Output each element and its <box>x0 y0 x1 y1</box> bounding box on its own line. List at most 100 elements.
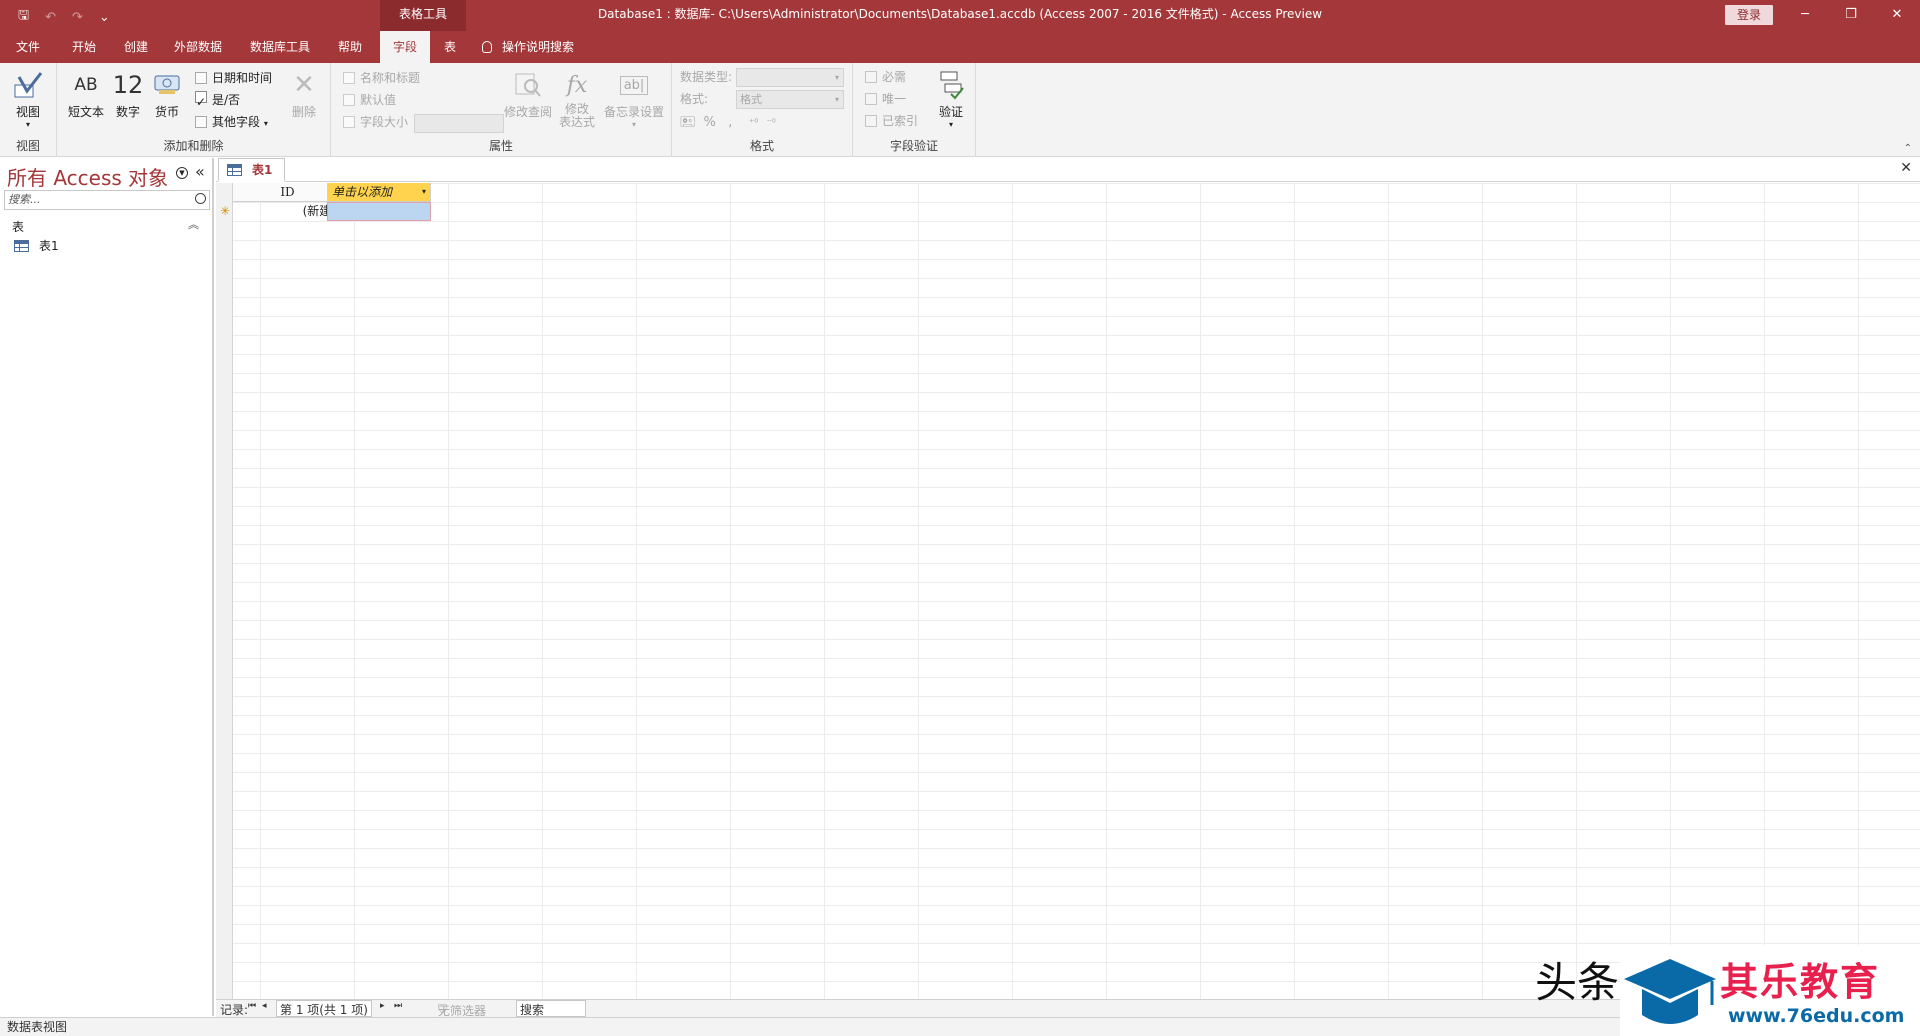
tab-fields[interactable]: 字段 <box>380 31 430 63</box>
undo-icon[interactable]: ↶ <box>45 10 56 25</box>
tab-help[interactable]: 帮助 <box>330 31 370 63</box>
tab-external-data[interactable]: 外部数据 <box>166 31 230 63</box>
short-text-label: 短文本 <box>67 105 104 119</box>
group-add-delete-label: 添加和删除 <box>163 139 224 153</box>
default-value-button[interactable]: 默认值 <box>343 90 396 110</box>
nav-section-tables[interactable]: 表 <box>12 218 24 235</box>
percent-button[interactable]: % <box>704 115 716 130</box>
close-button[interactable]: ✕ <box>1874 0 1920 31</box>
nav-search-placeholder: 搜索... <box>8 193 41 206</box>
currency-icon <box>154 75 180 94</box>
chevron-down-icon: ▾ <box>263 119 268 128</box>
modify-lookups-label: 修改查阅 <box>503 105 552 119</box>
restore-button[interactable]: ❐ <box>1828 0 1874 31</box>
table-icon <box>227 163 242 176</box>
watermark-url: www.76edu.com <box>1728 1005 1905 1027</box>
datasheet-grid[interactable]: ID▾ 单击以添加▾ ✳ (新建) <box>216 183 1920 999</box>
watermark-head-text: 头条 <box>1535 958 1620 1007</box>
nav-item-table1[interactable]: 表1 <box>14 237 59 254</box>
prev-record-icon[interactable]: ◂ <box>262 1001 267 1011</box>
modify-expression-button[interactable]: fx 修改 表达式 <box>557 67 597 129</box>
first-record-icon[interactable]: ⏮ <box>248 1001 256 1011</box>
yesno-button[interactable]: ✓ 是/否 <box>195 90 240 110</box>
tab-file[interactable]: 文件 <box>8 31 48 63</box>
name-caption-icon <box>343 72 355 84</box>
modify-lookups-button[interactable]: 修改查阅 <box>503 67 553 120</box>
nav-search-input[interactable]: 搜索... <box>4 190 210 210</box>
more-fields-label: 其他字段 <box>212 115 261 129</box>
collapse-ribbon-icon[interactable]: ⌃ <box>1904 143 1912 154</box>
new-record-add-cell[interactable] <box>327 202 431 221</box>
field-size-input[interactable] <box>414 114 504 133</box>
name-caption-button[interactable]: 名称和标题 <box>343 68 420 88</box>
modify-expression-label-1: 修改 <box>564 102 589 116</box>
record-selector-column[interactable] <box>216 183 233 999</box>
collapse-pane-icon[interactable]: « <box>195 162 205 181</box>
nav-item-label: 表1 <box>39 239 59 253</box>
view-button[interactable]: 视图 ▾ <box>8 67 48 129</box>
column-header-add-label: 单击以添加 <box>332 185 393 199</box>
number-format-row: 🖭 % , ⁺⁰ ⁻⁰ <box>680 113 776 133</box>
required-label: 必需 <box>882 70 907 84</box>
tab-database-tools[interactable]: 数据库工具 <box>242 31 318 63</box>
required-checkbox[interactable]: 必需 <box>865 67 906 87</box>
number-button[interactable]: 12 数字 <box>111 67 145 120</box>
indexed-checkbox[interactable]: 已索引 <box>865 111 918 131</box>
save-icon[interactable]: 🖫 <box>18 6 29 28</box>
decrease-decimals-icon[interactable]: ⁻⁰ <box>767 118 776 129</box>
customize-qat-icon[interactable]: ⌄ <box>99 10 110 25</box>
close-document-icon[interactable]: ✕ <box>1900 160 1912 176</box>
minimize-button[interactable]: ─ <box>1782 0 1828 31</box>
data-type-select[interactable]: ▾ <box>736 68 844 87</box>
more-fields-button[interactable]: 其他字段 ▾ <box>195 112 268 132</box>
record-label: 记录: <box>220 1003 249 1017</box>
redo-icon[interactable]: ↷ <box>72 10 83 25</box>
document-tab-bar: 表1 ✕ <box>216 158 1920 182</box>
field-size-icon <box>343 116 355 128</box>
table-icon <box>14 239 29 252</box>
section-collapse-icon[interactable]: ︽ <box>188 216 199 232</box>
currency-button[interactable]: 货币 <box>150 67 184 120</box>
format-select[interactable]: 格式 ▾ <box>736 90 844 109</box>
next-record-icon[interactable]: ▸ <box>380 1001 385 1011</box>
validation-icon <box>940 71 964 100</box>
column-header-click-to-add[interactable]: 单击以添加 ▾ <box>327 183 431 202</box>
group-view-label: 视图 <box>15 139 40 153</box>
increase-decimals-icon[interactable]: ⁺⁰ <box>749 118 758 129</box>
memo-settings-button[interactable]: ab| 备忘录设置 ▾ <box>601 67 667 129</box>
column-header-row: ID ▾ 单击以添加 ▾ <box>216 183 1920 202</box>
group-field-validation: 必需 唯一 已索引 验证 ▾ 字段验证 <box>853 63 976 157</box>
chevron-down-icon[interactable]: ▼ <box>176 167 188 179</box>
chevron-down-icon[interactable]: ▾ <box>422 183 426 201</box>
delete-label: 删除 <box>291 105 316 119</box>
record-position-input[interactable]: 第 1 项(共 1 项) <box>276 1000 372 1017</box>
short-text-button[interactable]: AB 短文本 <box>67 67 105 120</box>
currency-format-icon[interactable]: 🖭 <box>680 115 695 130</box>
tab-create[interactable]: 创建 <box>116 31 156 63</box>
view-label: 视图 <box>15 105 40 119</box>
checkbox-icon <box>865 71 877 83</box>
unique-checkbox[interactable]: 唯一 <box>865 89 906 109</box>
last-record-icon[interactable]: ⏭ <box>394 1001 402 1011</box>
comma-button[interactable]: , <box>728 115 732 130</box>
view-icon <box>14 72 43 98</box>
record-search-input[interactable]: 搜索 <box>516 1000 586 1017</box>
validation-button[interactable]: 验证 ▾ <box>933 67 969 129</box>
field-size-label: 字段大小 <box>360 115 409 129</box>
memo-icon: ab| <box>619 75 649 95</box>
group-properties-label: 属性 <box>488 139 513 153</box>
search-icon[interactable] <box>195 193 206 204</box>
delete-button[interactable]: ✕ 删除 <box>287 67 321 120</box>
document-tab-label: 表1 <box>252 163 273 177</box>
calendar-icon <box>195 72 207 84</box>
nav-pane-title[interactable]: 所有 Access 对象 <box>7 162 168 191</box>
data-type-label: 数据类型: <box>680 70 733 84</box>
document-tab-table1[interactable]: 表1 <box>218 158 286 182</box>
watermark-brand: 其乐教育 <box>1720 960 1881 1004</box>
tab-home[interactable]: 开始 <box>64 31 104 63</box>
group-view: 视图 ▾ 视图 <box>0 63 57 157</box>
tell-me-search[interactable]: 操作说明搜索 <box>482 31 574 63</box>
datetime-button[interactable]: 日期和时间 <box>195 68 272 88</box>
tab-table[interactable]: 表 <box>436 31 464 63</box>
signin-button[interactable]: 登录 <box>1725 5 1773 25</box>
